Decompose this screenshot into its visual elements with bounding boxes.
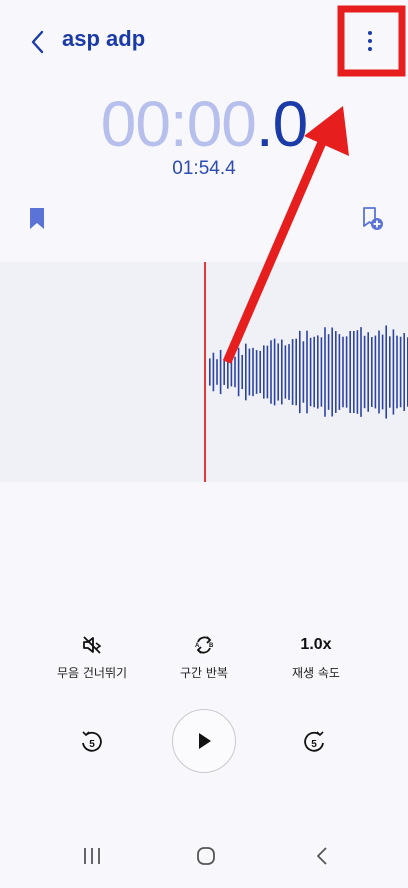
waveform-bar <box>252 347 254 397</box>
waveform-bar <box>234 356 236 388</box>
repeat-ab-icon: A B <box>195 636 214 654</box>
chevron-left-icon <box>31 30 44 54</box>
back-button[interactable] <box>22 26 52 58</box>
waveform-bar <box>309 337 312 407</box>
waveform-bar <box>338 334 341 410</box>
waveform-bar <box>385 325 387 419</box>
waveform-bar <box>327 334 330 410</box>
waveform-bar <box>255 350 258 394</box>
skip-silence-icon <box>83 636 102 654</box>
waveform-bar <box>216 359 218 385</box>
playback-speed-label: 재생 속도 <box>292 666 340 680</box>
svg-text:A: A <box>195 643 200 649</box>
recording-title: asp adp <box>62 26 146 51</box>
waveform-bar <box>345 336 348 408</box>
playback-speed-control[interactable]: 1.0x 재생 속도 <box>266 632 366 681</box>
waveform-view[interactable] <box>0 262 408 482</box>
waveform-bar <box>360 327 362 417</box>
waveform-bar <box>295 338 297 406</box>
skip-silence-label: 무음 건너뛰기 <box>56 666 128 680</box>
elapsed-time: 00:00.0 <box>0 88 408 160</box>
waveform-bar <box>248 348 251 396</box>
waveform-bar <box>227 355 229 389</box>
waveform-bar <box>367 332 369 412</box>
waveform-bar <box>288 344 290 400</box>
playback-speed-value: 1.0x <box>300 636 332 653</box>
waveform-bar <box>245 343 247 401</box>
repeat-section-label: 구간 반복 <box>180 666 228 680</box>
waveform-bar <box>320 337 323 407</box>
waveform-bar <box>378 330 380 414</box>
waveform-bar <box>219 349 222 395</box>
more-vertical-icon <box>368 31 372 51</box>
waveform-bar <box>281 339 283 405</box>
back-nav-icon <box>317 847 327 865</box>
more-options-button[interactable] <box>352 24 388 60</box>
play-button[interactable] <box>172 709 236 773</box>
waveform-graphic <box>204 262 408 482</box>
waveform-bar <box>403 332 405 412</box>
play-icon <box>199 733 211 749</box>
waveform-bar <box>209 358 211 386</box>
waveform-bar <box>349 330 351 414</box>
waveform-bar <box>363 335 366 409</box>
skip-silence-control[interactable]: 무음 건너뛰기 <box>42 632 142 681</box>
waveform-bar <box>299 330 301 414</box>
waveform-bar <box>374 335 377 409</box>
waveform-bar <box>331 327 333 417</box>
waveform-bar <box>277 343 279 401</box>
bookmark-button[interactable] <box>26 206 48 232</box>
add-bookmark-button[interactable] <box>360 205 386 233</box>
waveform-bar <box>396 335 398 409</box>
waveform-bar <box>273 338 276 406</box>
waveform-bar <box>353 330 355 414</box>
svg-text:B: B <box>209 643 214 649</box>
waveform-bar <box>241 354 243 390</box>
waveform-bar <box>389 336 391 408</box>
waveform-bar <box>399 336 402 408</box>
waveform-bar <box>266 345 269 399</box>
nav-recents-button[interactable] <box>80 842 104 870</box>
skip-back-icon: 5 <box>82 731 102 752</box>
waveform-bar <box>259 350 261 394</box>
waveform-bar <box>313 336 315 408</box>
waveform-bar <box>317 335 319 409</box>
waveform-bar <box>291 339 294 405</box>
add-bookmark-icon <box>363 207 383 230</box>
waveform-bar <box>212 352 215 392</box>
bookmark-icon <box>30 208 44 229</box>
waveform-bar <box>392 329 395 415</box>
home-icon <box>197 847 215 865</box>
recents-icon <box>84 848 100 864</box>
waveform-bar <box>263 345 265 399</box>
waveform-bar <box>306 330 308 414</box>
waveform-bar <box>302 341 305 403</box>
nav-back-button[interactable] <box>310 842 334 870</box>
elapsed-time-tenth: .0 <box>255 88 308 160</box>
repeat-section-control[interactable]: A B 구간 반복 <box>154 632 254 681</box>
total-duration: 01:54.4 <box>172 158 236 179</box>
waveform-bar <box>371 337 373 407</box>
skip-back-seconds: 5 <box>89 739 95 750</box>
skip-back-5-button[interactable]: 5 <box>78 728 106 756</box>
waveform-bar <box>284 345 287 399</box>
waveform-bar <box>324 327 326 417</box>
waveform-bar <box>335 331 337 413</box>
voice-recorder-playback-screen: asp adp 00:00.0 01:54.4 무음 건너뛰기 A B 구간 반… <box>0 0 408 888</box>
waveform-bars <box>209 325 408 419</box>
elapsed-time-main: 00:00 <box>100 88 257 160</box>
skip-forward-icon: 5 <box>304 731 324 752</box>
waveform-bar <box>356 330 359 414</box>
skip-forward-5-button[interactable]: 5 <box>300 728 328 756</box>
waveform-bar <box>237 347 240 397</box>
skip-forward-seconds: 5 <box>311 739 317 750</box>
waveform-bar <box>342 336 344 408</box>
nav-home-button[interactable] <box>194 842 220 870</box>
waveform-bar <box>223 359 225 385</box>
waveform-bar <box>230 357 233 387</box>
waveform-bar <box>270 340 272 404</box>
waveform-bar <box>381 334 384 410</box>
